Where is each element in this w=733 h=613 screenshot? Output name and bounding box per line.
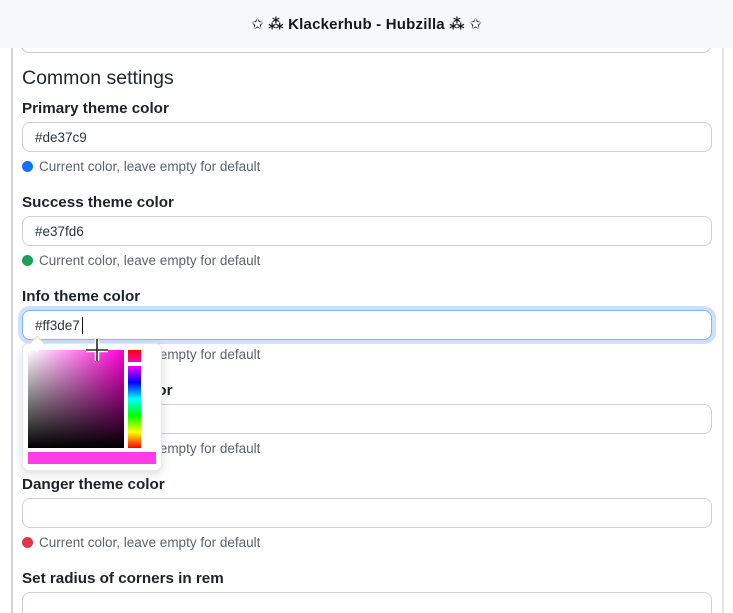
- field-label: Info theme color: [22, 288, 141, 305]
- settings-form: Common settings Primary theme color #de3…: [0, 48, 733, 613]
- field-group-info: Info theme color #ff3de7 Current color, …: [22, 288, 712, 471]
- color-preview-bar: [28, 452, 156, 464]
- input-value: #de37c9: [35, 129, 87, 145]
- corner-radius-input[interactable]: [22, 592, 712, 613]
- input-value: #ff3de7: [35, 317, 80, 333]
- danger-color-input[interactable]: [22, 498, 712, 528]
- field-label: Success theme color: [22, 194, 174, 211]
- hint-row: Current color, leave empty for default: [22, 159, 712, 174]
- settings-page: ✩ ⁂ Klackerhub - Hubzilla ⁂ ✩ Common set…: [0, 0, 733, 613]
- success-color-input[interactable]: #e37fd6: [22, 216, 712, 246]
- color-picker-popup: [22, 335, 162, 471]
- hint-text: Current color, leave empty for default: [39, 535, 261, 550]
- text-cursor: [81, 316, 84, 334]
- info-color-input[interactable]: #ff3de7: [22, 310, 712, 340]
- page-title: ✩ ⁂ Klackerhub - Hubzilla ⁂ ✩: [251, 16, 482, 33]
- field-group-danger: Danger theme color Current color, leave …: [22, 476, 712, 550]
- picker-crosshair-icon[interactable]: [85, 338, 109, 362]
- section-heading: Common settings: [22, 67, 174, 89]
- saturation-square[interactable]: [28, 350, 124, 448]
- field-group-radius: Set radius of corners in rem: [22, 570, 712, 613]
- hue-slider[interactable]: [128, 350, 141, 448]
- current-color-dot-icon: [22, 537, 33, 548]
- input-value: #e37fd6: [35, 223, 84, 239]
- field-group-success: Success theme color #e37fd6 Current colo…: [22, 194, 712, 268]
- field-label: Danger theme color: [22, 476, 165, 493]
- app-header: ✩ ⁂ Klackerhub - Hubzilla ⁂ ✩: [0, 0, 733, 48]
- hue-slider-handle[interactable]: [128, 362, 141, 366]
- hint-text: Current color, leave empty for default: [39, 159, 261, 174]
- field-group-primary: Primary theme color #de37c9 Current colo…: [22, 100, 712, 174]
- hint-row: Current color, leave empty for default: [22, 535, 712, 550]
- current-color-dot-icon: [22, 161, 33, 172]
- hint-row: Current color, leave empty for default: [22, 253, 712, 268]
- field-label: Primary theme color: [22, 100, 169, 117]
- current-color-dot-icon: [22, 255, 33, 266]
- primary-color-input[interactable]: #de37c9: [22, 122, 712, 152]
- field-label: Set radius of corners in rem: [22, 570, 224, 587]
- hint-text: Current color, leave empty for default: [39, 253, 261, 268]
